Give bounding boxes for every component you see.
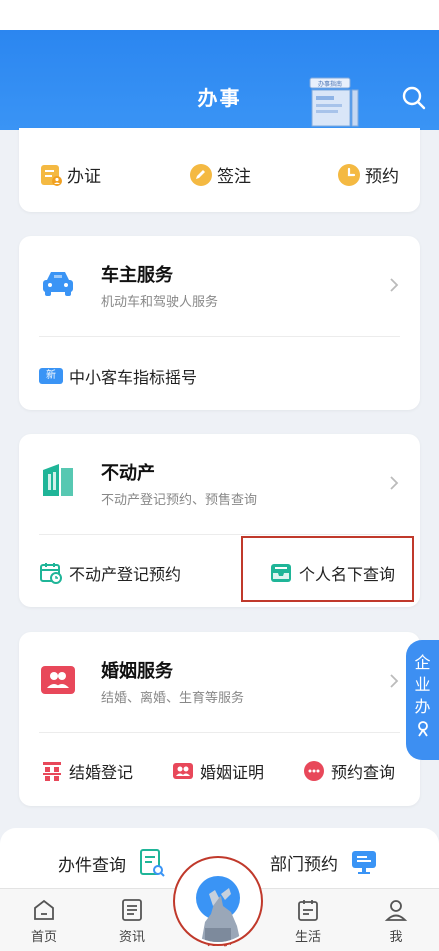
document-search-icon <box>140 849 165 877</box>
car-lottery-label: 中小客车指标摇号 <box>69 368 198 387</box>
monitor-icon <box>352 851 376 874</box>
real-estate-subtitle: 不动产登记预约、预售查询 <box>101 493 258 508</box>
car-service-card: 车主服务 机动车和驾驶人服务 新 中小客车指标摇号 <box>19 236 420 410</box>
enterprise-service-tab[interactable]: 企 业 办 <box>406 640 439 760</box>
quick-item-appointment[interactable]: 预约 <box>337 162 399 187</box>
user-icon <box>384 900 408 921</box>
marriage-certificate-label: 婚姻证明 <box>200 763 265 782</box>
certificate-people-icon <box>173 763 193 779</box>
guide-illustration-icon[interactable]: 办事指南 <box>308 76 364 128</box>
estate-registration-link[interactable]: 不动产登记预约 <box>39 561 181 585</box>
quick-item-label: 签注 <box>217 167 251 187</box>
search-icon[interactable] <box>400 84 428 112</box>
case-query-link[interactable]: 办件查询 <box>58 848 166 878</box>
calendar-icon <box>298 900 318 921</box>
side-tab-char: 办 <box>414 697 431 716</box>
quick-item-label: 办证 <box>67 167 101 187</box>
car-lottery-link[interactable]: 新 中小客车指标摇号 <box>39 364 197 388</box>
appointment-query-link[interactable]: 预约查询 <box>303 759 395 783</box>
marriage-title[interactable]: 婚姻服务 <box>101 657 173 683</box>
status-bar <box>0 0 439 30</box>
side-tab-char: 业 <box>414 675 431 694</box>
side-tab-char: 企 <box>414 653 431 672</box>
quick-item-label: 预约 <box>365 167 399 187</box>
car-icon <box>43 272 73 296</box>
marriage-registration-label: 结婚登记 <box>69 763 134 782</box>
home-icon <box>34 899 54 920</box>
real-estate-title[interactable]: 不动产 <box>101 459 155 485</box>
pen-icon <box>190 163 212 186</box>
new-badge-icon: 新 <box>39 368 63 384</box>
department-appointment-label: 部门预约 <box>270 854 338 875</box>
chevron-right-icon[interactable] <box>389 475 399 491</box>
tab-label: 资讯 <box>118 930 145 945</box>
quick-item-endorsement[interactable]: 签注 <box>189 162 251 187</box>
guide-label: 办事指南 <box>318 80 342 88</box>
chevron-right-icon[interactable] <box>389 277 399 293</box>
header: 办事 办事指南 <box>0 30 439 130</box>
car-service-title[interactable]: 车主服务 <box>101 261 173 287</box>
news-icon <box>122 899 142 921</box>
id-card-icon <box>41 164 62 186</box>
marriage-subtitle: 结婚、离婚、生育等服务 <box>101 691 245 706</box>
tab-label: 我 <box>389 930 403 945</box>
highlight-box <box>241 536 414 602</box>
tab-life[interactable]: 生活 <box>278 889 338 951</box>
tab-home[interactable]: 首页 <box>14 889 74 951</box>
marriage-registration-link[interactable]: 结婚登记 <box>41 759 133 783</box>
tab-news[interactable]: 资讯 <box>102 889 162 951</box>
chevron-right-icon[interactable] <box>389 673 399 689</box>
tab-label: 生活 <box>294 930 321 945</box>
chat-bubble-icon <box>304 761 324 781</box>
new-badge-text: 新 <box>46 370 56 381</box>
calendar-clock-icon <box>40 563 62 584</box>
statue-logo-icon <box>177 860 259 942</box>
couple-icon <box>41 666 75 694</box>
building-icon <box>43 464 73 496</box>
double-happiness-icon <box>43 762 61 781</box>
department-appointment-link[interactable]: 部门预约 <box>270 848 378 876</box>
estate-registration-label: 不动产登记预约 <box>69 565 182 584</box>
services-center-button[interactable] <box>173 856 263 946</box>
marriage-certificate-link[interactable]: 婚姻证明 <box>172 759 264 783</box>
tab-label: 首页 <box>30 930 57 945</box>
car-service-subtitle: 机动车和驾驶人服务 <box>101 295 219 310</box>
appointment-query-label: 预约查询 <box>331 763 396 782</box>
marriage-card: 婚姻服务 结婚、离婚、生育等服务 结婚登记 婚姻证明 预约查询 <box>19 632 420 806</box>
tab-me[interactable]: 我 <box>366 889 426 951</box>
person-icon <box>417 721 428 737</box>
divider <box>39 732 400 733</box>
case-query-label: 办件查询 <box>58 855 126 876</box>
page-title: 办事 <box>197 86 242 110</box>
quick-item-certificate[interactable]: 办证 <box>39 162 101 187</box>
divider <box>39 336 400 337</box>
divider <box>39 534 400 535</box>
clock-icon <box>338 163 360 186</box>
quick-actions-card: 办证 签注 预约 <box>19 128 420 212</box>
